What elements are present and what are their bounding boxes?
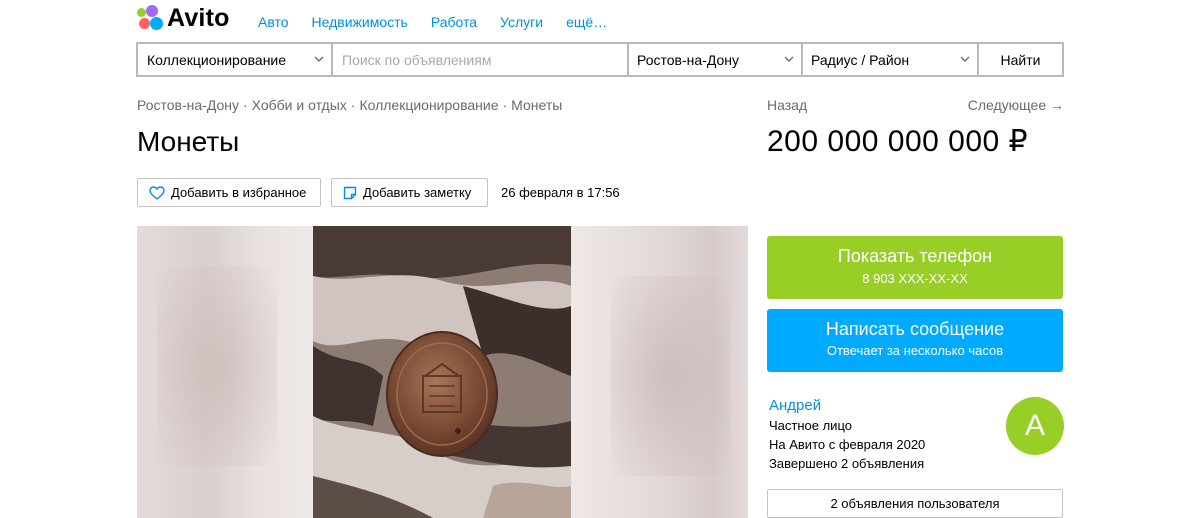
breadcrumb-hobby[interactable]: Хобби и отдых bbox=[252, 97, 347, 113]
breadcrumb-collecting[interactable]: Коллекционирование bbox=[359, 97, 498, 113]
chevron-down-icon bbox=[784, 56, 794, 62]
show-phone-label: Показать телефон bbox=[837, 246, 993, 266]
add-note-button[interactable]: Добавить заметку bbox=[331, 178, 488, 207]
logo-text: Avito bbox=[167, 4, 230, 32]
chevron-down-icon bbox=[960, 56, 970, 62]
search-submit-label: Найти bbox=[1000, 51, 1041, 68]
radius-select-value: Радиус / Район bbox=[811, 51, 910, 68]
category-select-value: Коллекционирование bbox=[147, 51, 287, 68]
add-to-favorites-button[interactable]: Добавить в избранное bbox=[137, 178, 321, 207]
back-link[interactable]: Назад bbox=[767, 97, 807, 113]
coin-photo-image bbox=[313, 226, 571, 518]
next-link[interactable]: Следующее → bbox=[968, 97, 1064, 113]
city-select-value: Ростов-на-Дону bbox=[637, 51, 739, 68]
breadcrumb-city[interactable]: Ростов-на-Дону bbox=[137, 97, 239, 113]
seller-name-link[interactable]: Андрей bbox=[769, 397, 821, 414]
show-phone-button[interactable]: Показать телефон 8 903 XXX-XX-XX bbox=[767, 236, 1063, 299]
breadcrumb-coins[interactable]: Монеты bbox=[511, 97, 562, 113]
seller-since: На Авито с февраля 2020 bbox=[769, 437, 926, 452]
write-message-button[interactable]: Написать сообщение Отвечает за несколько… bbox=[767, 309, 1063, 372]
search-bar: Коллекционирование Ростов-на-Дону Радиус… bbox=[136, 42, 1064, 77]
city-select[interactable]: Ростов-на-Дону bbox=[629, 44, 801, 75]
seller-type: Частное лицо bbox=[769, 418, 852, 433]
search-input[interactable] bbox=[342, 51, 627, 68]
masked-phone: 8 903 XXX-XX-XX bbox=[862, 271, 968, 286]
radius-select[interactable]: Радиус / Район bbox=[803, 44, 977, 75]
page-title: Монеты bbox=[137, 126, 240, 157]
write-message-label: Написать сообщение bbox=[825, 319, 1005, 339]
gallery-blur-left bbox=[137, 226, 313, 518]
seller-completed-ads: Завершено 2 объявления bbox=[769, 456, 925, 471]
nav-link-services[interactable]: Услуги bbox=[500, 14, 543, 30]
breadcrumb: Ростов-на-Дону · Хобби и отдых · Коллекцио… bbox=[137, 97, 563, 113]
note-icon bbox=[343, 186, 357, 199]
heart-icon bbox=[149, 185, 165, 200]
nav-link-more[interactable]: ещё… bbox=[566, 14, 607, 30]
gallery-blur-right bbox=[571, 226, 748, 518]
avatar[interactable]: А bbox=[1006, 397, 1064, 455]
category-select[interactable]: Коллекционирование bbox=[138, 44, 331, 75]
add-to-favorites-label: Добавить в избранное bbox=[171, 185, 307, 200]
coin-photo[interactable] bbox=[313, 226, 571, 518]
logo-dots-icon bbox=[137, 4, 165, 33]
response-time: Отвечает за несколько часов bbox=[826, 343, 1004, 358]
nav-link-jobs[interactable]: Работа bbox=[431, 14, 477, 30]
avito-logo[interactable]: Avito bbox=[137, 4, 230, 33]
user-ads-button[interactable]: 2 объявления пользователя bbox=[767, 489, 1063, 518]
top-nav: Авто Недвижимость Работа Услуги ещё… bbox=[258, 14, 630, 30]
nav-link-auto[interactable]: Авто bbox=[258, 14, 289, 30]
chevron-down-icon bbox=[314, 56, 324, 62]
add-note-label: Добавить заметку bbox=[363, 185, 472, 200]
listing-price: 200 000 000 000 ₽ bbox=[767, 125, 1029, 158]
nav-link-realty[interactable]: Недвижимость bbox=[312, 14, 408, 30]
listing-date: 26 февраля в 17:56 bbox=[501, 185, 620, 200]
search-field[interactable] bbox=[333, 44, 627, 75]
search-submit-button[interactable]: Найти bbox=[979, 44, 1062, 75]
photo-gallery[interactable] bbox=[137, 226, 748, 518]
